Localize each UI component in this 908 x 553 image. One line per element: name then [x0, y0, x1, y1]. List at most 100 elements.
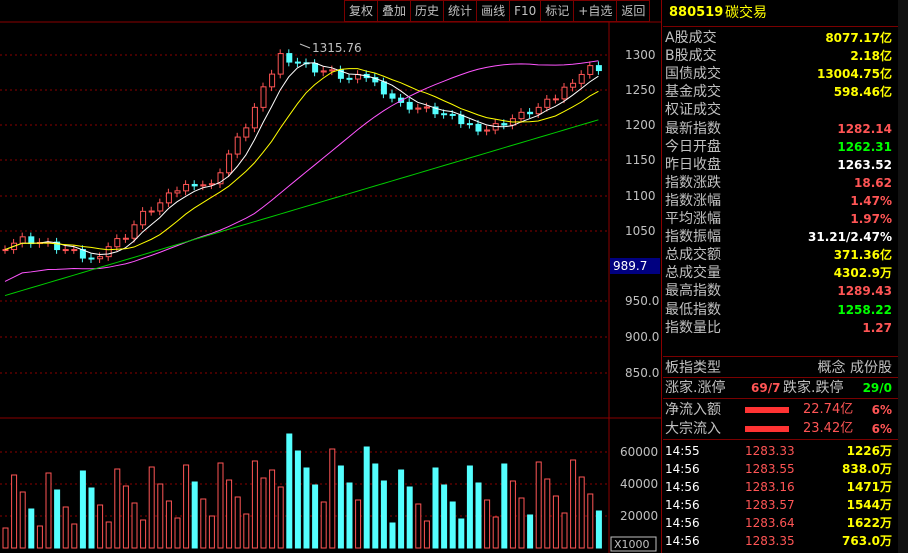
candle-body	[320, 70, 327, 73]
volume-bar	[475, 482, 482, 549]
tick-volume: 1226万	[846, 444, 892, 458]
flow-row: 大宗流入 23.42亿 6%	[663, 420, 898, 438]
volume-bar	[561, 512, 568, 549]
candle-body	[148, 210, 155, 213]
volume-bar	[114, 468, 121, 549]
stat-value: 1258.22	[837, 302, 892, 317]
stat-row: 指数涨跌 18.62	[663, 174, 898, 192]
stat-row: 最新指数 1282.14	[663, 120, 898, 138]
tick-row: 14:56 1283.57 1544万	[663, 496, 898, 514]
tick-time: 14:56	[665, 480, 700, 494]
toolbar-button[interactable]: 统计	[443, 0, 478, 22]
volume-bar	[570, 459, 577, 549]
stat-value: 1.97%	[850, 212, 892, 226]
candle-body	[578, 73, 585, 84]
toolbar-button[interactable]: F10	[509, 0, 542, 22]
tick-price: 1283.57	[745, 498, 795, 512]
volume-bar	[260, 477, 267, 549]
stat-row: 昨日收盘 1263.52	[663, 156, 898, 174]
flow-row: 净流入额 22.74亿 6%	[663, 401, 898, 419]
volume-bar	[71, 523, 78, 549]
volume-bar	[165, 500, 172, 549]
price-tick-label: 950.0	[625, 294, 659, 308]
candle-body	[105, 246, 112, 258]
toolbar-button[interactable]: 画线	[476, 0, 511, 22]
stat-label: 昨日收盘	[665, 156, 721, 173]
tick-time: 14:56	[665, 498, 700, 512]
volume-bar	[406, 486, 413, 549]
up-value: 69/7	[751, 381, 781, 395]
volume-bar	[208, 515, 215, 549]
toolbar-button[interactable]: 返回	[616, 0, 651, 22]
candle-body	[458, 114, 465, 125]
kline-chart[interactable]: 1300 1250 1200 1150 1100 1050 950.0 900.0 850.0 9…	[0, 0, 662, 553]
stat-label: 总成交额	[665, 247, 721, 264]
volume-bar	[45, 472, 52, 549]
volume-bar	[535, 461, 542, 549]
tick-price: 1283.35	[745, 534, 795, 548]
volume-bar	[157, 483, 164, 549]
volume-bar	[217, 462, 224, 549]
stat-row: 指数量比 1.27	[663, 319, 898, 337]
volume-bar	[286, 433, 293, 549]
volume-unit-label: X1000	[614, 538, 650, 551]
flow-pct: 6%	[871, 422, 892, 436]
volume-bar	[320, 501, 327, 549]
toolbar-button[interactable]: 标记	[540, 0, 575, 22]
stat-label: 指数量比	[665, 319, 721, 336]
toolbar-button[interactable]: 复权	[344, 0, 379, 22]
candle-body	[389, 93, 396, 99]
toolbar-button[interactable]: +自选	[573, 0, 618, 22]
price-cursor-label: 989.7	[613, 259, 647, 273]
volume-bar	[578, 476, 585, 549]
candle-body	[251, 106, 258, 129]
tick-price: 1283.33	[745, 444, 795, 458]
type-value: 概念 成份股	[817, 360, 892, 376]
volume-bar	[36, 525, 43, 549]
tick-row: 14:56 1283.16 1471万	[663, 478, 898, 496]
tick-volume: 763.0万	[842, 534, 892, 548]
volume-bar	[19, 491, 26, 549]
price-tick-label: 1050	[625, 224, 656, 238]
max-price-marker	[299, 43, 311, 49]
candle-body	[71, 249, 78, 252]
toolbar-button[interactable]: 历史	[410, 0, 445, 22]
flow-label: 净流入额	[665, 402, 721, 418]
stat-value: 13004.75亿	[816, 67, 892, 82]
toolbar-button[interactable]: 叠加	[377, 0, 412, 22]
volume-bar	[28, 508, 35, 549]
stat-row: 指数振幅 31.21/2.47%	[663, 228, 898, 246]
type-label: 板指类型	[665, 360, 721, 376]
candle-body	[28, 236, 35, 245]
stat-row: 权证成交	[663, 101, 898, 119]
volume-bar	[329, 448, 336, 549]
volume-bar	[415, 503, 422, 549]
candle-body	[501, 123, 508, 126]
volume-bar	[243, 513, 250, 549]
stat-label: 指数涨跌	[665, 174, 721, 191]
stat-value: 1263.52	[837, 157, 892, 172]
flow-bar	[745, 407, 789, 413]
tick-volume: 838.0万	[842, 462, 892, 476]
candle-body	[122, 237, 129, 240]
tick-volume: 1622万	[846, 516, 892, 530]
volume-bar	[380, 480, 387, 549]
tick-price: 1283.64	[745, 516, 795, 530]
volume-bar	[140, 519, 147, 549]
stat-value: 2.18亿	[850, 49, 892, 64]
index-code: 880519	[669, 5, 724, 20]
quote-panel: 880519 碳交易 A股成交 8077.17亿 B股成交 2.18亿 国债成交 1300…	[663, 0, 898, 553]
stat-row: 平均涨幅 1.97%	[663, 210, 898, 228]
separator	[663, 398, 898, 399]
volume-bar	[183, 464, 190, 549]
stat-label: 总成交量	[665, 265, 721, 282]
stat-row: 最高指数 1289.43	[663, 282, 898, 300]
candle-body	[423, 106, 430, 109]
candle-body	[114, 238, 121, 248]
stat-row: A股成交 8077.17亿	[663, 29, 898, 47]
kline-chart-area[interactable]: 1300 1250 1200 1150 1100 1050 950.0 900.0 850.0 9…	[0, 0, 662, 553]
volume-bar	[484, 499, 491, 549]
volume-bar	[174, 517, 181, 549]
stat-row: 总成交额 371.36亿	[663, 246, 898, 264]
price-tick-label: 1150	[625, 153, 656, 167]
